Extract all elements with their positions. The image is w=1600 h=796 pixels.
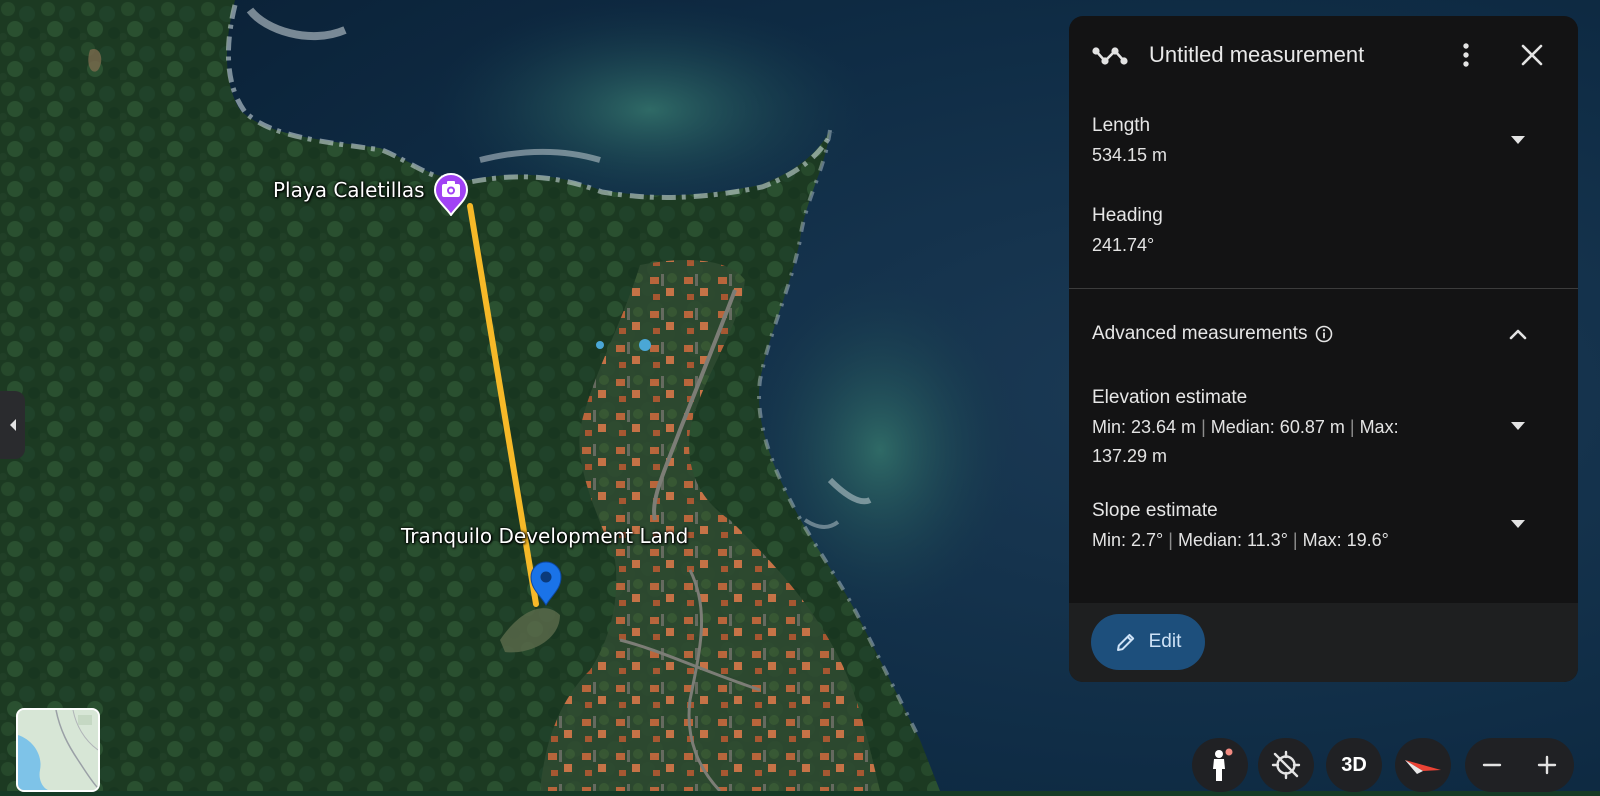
location-pin-icon[interactable] (529, 560, 563, 606)
place-label-tranquilo-development-land[interactable]: Tranquilo Development Land (401, 524, 688, 548)
heading-value: 241.74° (1092, 235, 1155, 255)
separator: | (1292, 530, 1298, 550)
arrow-drop-down-icon (1511, 422, 1525, 430)
street-view-button[interactable] (1192, 738, 1248, 792)
elevation-expand-button[interactable] (1503, 411, 1533, 441)
length-value: 534.15 m (1092, 145, 1168, 165)
slope-estimate-label: Slope estimate (1092, 500, 1218, 521)
info-icon[interactable] (1315, 325, 1333, 343)
zoom-controls (1465, 738, 1574, 792)
advanced-measurements-header[interactable]: Advanced measurements (1092, 323, 1333, 345)
location-button[interactable] (1258, 738, 1314, 792)
separator: | (1168, 530, 1173, 550)
separator: | (1349, 417, 1355, 437)
chevron-left-icon (9, 419, 16, 431)
slope-min: Min: 2.7° (1092, 530, 1164, 550)
panel-footer: Edit (1069, 603, 1578, 682)
pencil-icon (1116, 633, 1134, 651)
separator: | (1201, 417, 1206, 437)
zoom-in-button[interactable] (1520, 738, 1574, 792)
elevation-min: Min: 23.64 m (1092, 417, 1197, 437)
compass-button[interactable] (1395, 738, 1451, 792)
plus-icon (1537, 755, 1557, 775)
panel-header: Untitled measurement (1069, 16, 1578, 94)
more-vert-icon (1463, 43, 1469, 67)
close-button[interactable] (1515, 38, 1549, 72)
elevation-max-label: Max: (1359, 417, 1399, 437)
slope-estimate-value: Min: 2.7° | Median: 11.3° | Max: 19.6° (1092, 526, 1389, 555)
slope-expand-button[interactable] (1503, 509, 1533, 539)
compass-icon (1405, 760, 1441, 774)
location-off-icon (1271, 750, 1301, 780)
measure-path-icon (1092, 47, 1128, 65)
slope-max: Max: 19.6° (1302, 530, 1389, 550)
zoom-out-button[interactable] (1465, 738, 1519, 792)
arrow-drop-down-icon (1511, 520, 1525, 528)
elevation-estimate-value: Min: 23.64 m | Median: 60.87 m | Max: 13… (1092, 413, 1472, 471)
expand-sidebar-tab[interactable] (0, 391, 25, 459)
section-divider (1069, 288, 1578, 289)
measurement-panel: Untitled measurement Length 534.15 m Hea… (1069, 16, 1578, 682)
more-options-button[interactable] (1449, 38, 1483, 72)
pegman-icon (1213, 748, 1233, 781)
length-label: Length (1092, 115, 1151, 136)
edit-button[interactable]: Edit (1091, 614, 1205, 670)
advanced-collapse-button[interactable] (1503, 319, 1533, 349)
advanced-measurements-label: Advanced measurements (1092, 323, 1308, 344)
camera-icon[interactable] (433, 172, 469, 216)
slope-median: Median: 11.3° (1177, 530, 1288, 550)
close-icon (1521, 44, 1543, 66)
minimap-button[interactable] (16, 708, 100, 792)
place-label-playa-caletillas[interactable]: Playa Caletillas (273, 178, 425, 202)
elevation-max-value: 137.29 m (1092, 446, 1168, 466)
panel-title[interactable]: Untitled measurement (1149, 42, 1364, 68)
heading-label: Heading (1092, 205, 1163, 226)
arrow-drop-down-icon (1511, 136, 1525, 144)
toggle-3d-button[interactable]: 3D (1326, 738, 1382, 792)
chevron-up-icon (1509, 329, 1527, 339)
minimap-thumbnail (18, 710, 98, 790)
length-expand-button[interactable] (1503, 125, 1533, 155)
elevation-estimate-label: Elevation estimate (1092, 387, 1248, 408)
minus-icon (1482, 763, 1502, 767)
toggle-3d-label: 3D (1341, 753, 1367, 776)
elevation-median: Median: 60.87 m (1210, 417, 1345, 437)
edit-button-label: Edit (1148, 631, 1182, 652)
